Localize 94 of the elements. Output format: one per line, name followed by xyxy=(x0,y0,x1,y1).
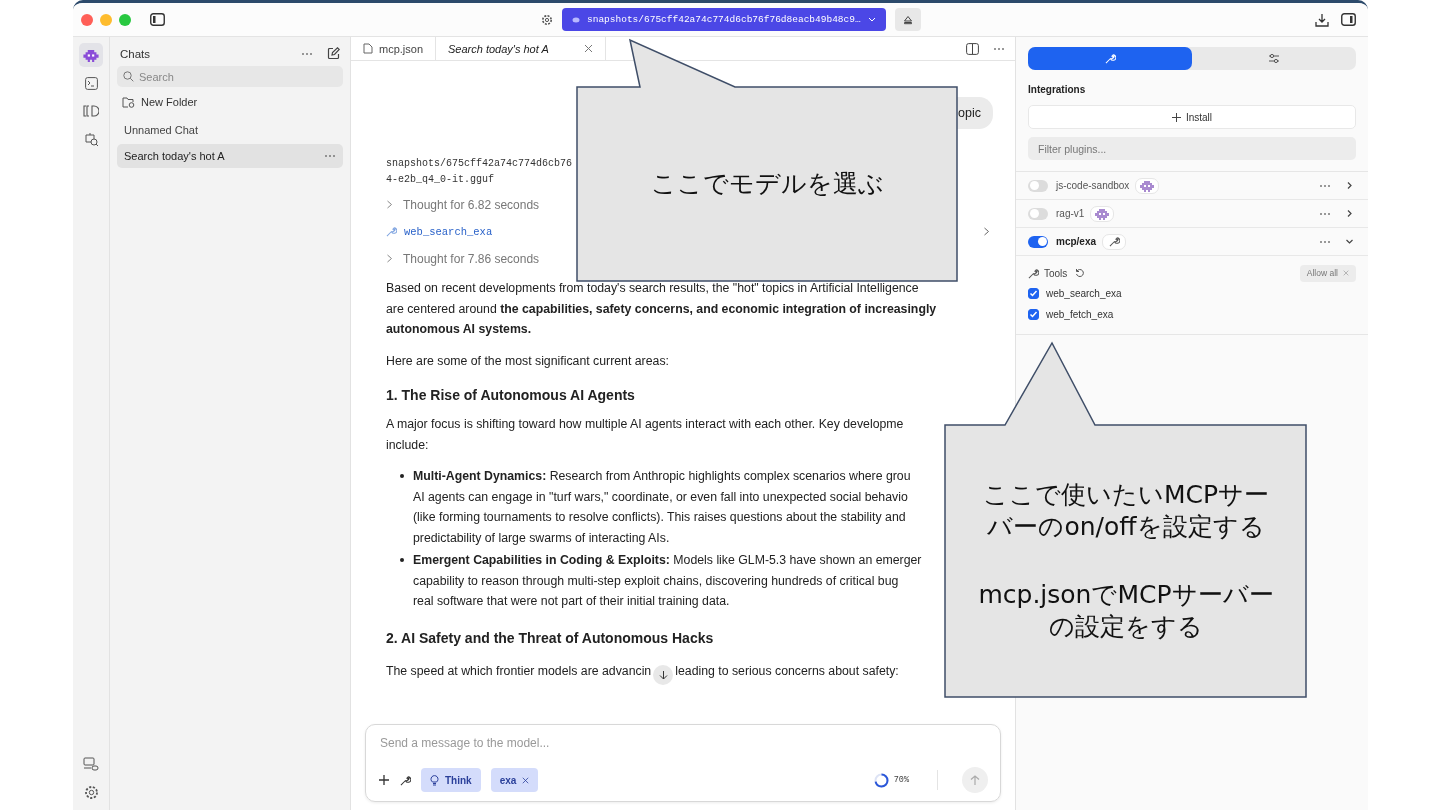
arrow-down-icon xyxy=(658,669,668,680)
close-icon[interactable] xyxy=(584,44,594,53)
robot-search-icon xyxy=(83,131,99,147)
split-view-icon[interactable] xyxy=(966,42,979,55)
lightbulb-icon xyxy=(430,774,439,786)
install-button[interactable]: Install xyxy=(1028,105,1356,129)
zoom-button[interactable] xyxy=(119,13,131,26)
context-reading: 70% xyxy=(893,775,909,785)
wrench-icon xyxy=(400,774,411,786)
folder-icon xyxy=(122,96,135,108)
new-chat-icon[interactable] xyxy=(327,47,340,60)
chevron-right-icon[interactable] xyxy=(983,227,990,236)
panel-title: Integrations xyxy=(1028,84,1087,95)
sliders-icon xyxy=(1268,53,1280,64)
chevron-down-icon xyxy=(867,17,876,22)
plugin-name: mcp/exa xyxy=(1056,236,1097,247)
chevron-right-icon[interactable] xyxy=(1345,181,1354,190)
settings-icon[interactable] xyxy=(83,785,99,800)
model-icon xyxy=(572,16,580,23)
paragraph: Based on recent developments from today's search results, the "hot" topics in Artificial Intelligence are centered around the capabilities, safety concerns, and economic integration of increasingly autonomous AI systems. xyxy=(386,280,937,338)
close-button[interactable] xyxy=(81,13,93,26)
ellipsis-icon[interactable] xyxy=(993,46,1005,51)
paragraph: leading to serious concerns about safety: xyxy=(675,663,899,678)
ellipsis-icon[interactable] xyxy=(1319,183,1331,188)
chevron-right-icon xyxy=(386,254,393,263)
checkbox[interactable] xyxy=(1028,287,1039,299)
tool-call-row[interactable]: web_search_exa xyxy=(386,225,493,238)
eject-button[interactable] xyxy=(894,8,921,31)
callout-text: ここでモデルを選ぶ xyxy=(650,168,884,200)
wrench-icon xyxy=(386,226,397,237)
wrench-icon xyxy=(1108,236,1120,247)
download-icon[interactable] xyxy=(1315,12,1329,27)
add-icon[interactable] xyxy=(378,774,390,786)
tool-name: web_fetch_exa xyxy=(1046,308,1114,320)
context-ring-icon xyxy=(873,772,889,788)
allow-all-button[interactable]: Allow all xyxy=(1299,264,1356,282)
bullet-text: Multi-Agent Dynamics: Research from Anthropic highlights complex scenarios where grou AI agents can engage in "turf wars," coordinate, or even fall into unexpected social behavio (like forming tournaments to resolve conflicts). This raises questions about the stability and predictability of large swarms of interacting AIs. xyxy=(413,468,911,547)
file-icon xyxy=(363,43,373,54)
wrench-icon xyxy=(1104,53,1116,64)
chat-item[interactable]: Unnamed Chat xyxy=(117,118,343,142)
scroll-down-button[interactable] xyxy=(653,664,674,685)
paragraph: Here are some of the most significant current areas: xyxy=(386,352,669,370)
sidebar-toggle-icon[interactable] xyxy=(150,13,165,26)
new-folder-button[interactable]: New Folder xyxy=(117,87,343,116)
ellipsis-icon[interactable] xyxy=(301,51,313,56)
chevron-right-icon xyxy=(386,200,393,209)
tool-name: web_search_exa xyxy=(1046,287,1122,299)
toggle-switch[interactable] xyxy=(1028,179,1048,192)
sidebar-title: Chats xyxy=(120,47,151,60)
model-path: snapshots/675cff42a74c774d6cb76 4-e2b_q4_0-it.gguf xyxy=(386,157,573,187)
think-toggle[interactable]: Think xyxy=(421,768,481,792)
robot-icon xyxy=(83,48,99,62)
computer-link-icon[interactable] xyxy=(83,757,99,771)
model-selector[interactable]: snapshots/675cff42a74c774d6cb76f76d8eacb49b48c9… xyxy=(562,8,886,31)
section-heading: 2. AI Safety and the Threat of Autonomous Hacks xyxy=(386,629,715,646)
filter-field[interactable]: Filter plugins... xyxy=(1028,137,1356,160)
wrench-icon xyxy=(1028,267,1039,279)
chevron-down-icon[interactable] xyxy=(1345,237,1354,246)
plugin-name: js-code-sandbox xyxy=(1056,180,1130,191)
tools-label: Tools xyxy=(1044,267,1068,279)
section-heading: 1. The Rise of Autonomous AI Agents xyxy=(386,387,636,403)
bullet-icon xyxy=(400,474,404,478)
paragraph: The speed at which frontier models are advancin xyxy=(386,663,652,678)
toggle-switch[interactable] xyxy=(1028,235,1048,248)
thought-toggle[interactable]: Thought for 6.82 seconds xyxy=(386,197,540,212)
plugin-name: rag-v1 xyxy=(1056,208,1085,219)
paragraph: A major focus is shifting toward how multiple AI agents interact with each other. Key developme include: xyxy=(386,416,904,454)
bullet-icon xyxy=(400,558,404,562)
callout-text: mcp.jsonでMCPサーバーの設定をする xyxy=(977,579,1275,643)
eject-icon xyxy=(902,14,913,25)
search-field[interactable]: Search xyxy=(117,66,343,87)
panel-tab[interactable] xyxy=(1028,47,1192,70)
bullet-text: Emergent Capabilities in Coding & Exploits: Models like GLM-5.3 have shown an emerger capability to reason through multi-step exploit chains, discovering hundreds of critical bug real software that were not part of their initial training data. xyxy=(413,552,922,610)
chat-item[interactable]: Search today's hot A xyxy=(117,144,343,168)
refresh-icon[interactable] xyxy=(1075,268,1086,278)
thought-toggle[interactable]: Thought for 7.86 seconds xyxy=(386,251,540,266)
plus-icon xyxy=(1171,112,1181,122)
panel-toggle-icon[interactable] xyxy=(1341,13,1356,26)
settings-icon[interactable] xyxy=(541,13,553,26)
rail-button[interactable] xyxy=(79,43,103,67)
tool-chip[interactable]: exa xyxy=(490,768,539,792)
callout-text: ここで使いたいMCPサーバーのon/offを設定する xyxy=(981,479,1271,543)
brackets-icon xyxy=(83,105,99,117)
arrow-up-icon xyxy=(970,774,980,786)
ellipsis-icon[interactable] xyxy=(1319,211,1331,216)
chevron-right-icon[interactable] xyxy=(1345,209,1354,218)
ellipsis-icon[interactable] xyxy=(1319,239,1331,244)
toggle-switch[interactable] xyxy=(1028,207,1048,220)
search-icon xyxy=(123,71,134,82)
checkbox[interactable] xyxy=(1028,308,1039,320)
message-field[interactable]: Send a message to the model... xyxy=(378,735,992,751)
terminal-icon xyxy=(84,76,98,90)
close-icon[interactable] xyxy=(522,776,530,784)
ellipsis-icon[interactable] xyxy=(324,154,336,158)
